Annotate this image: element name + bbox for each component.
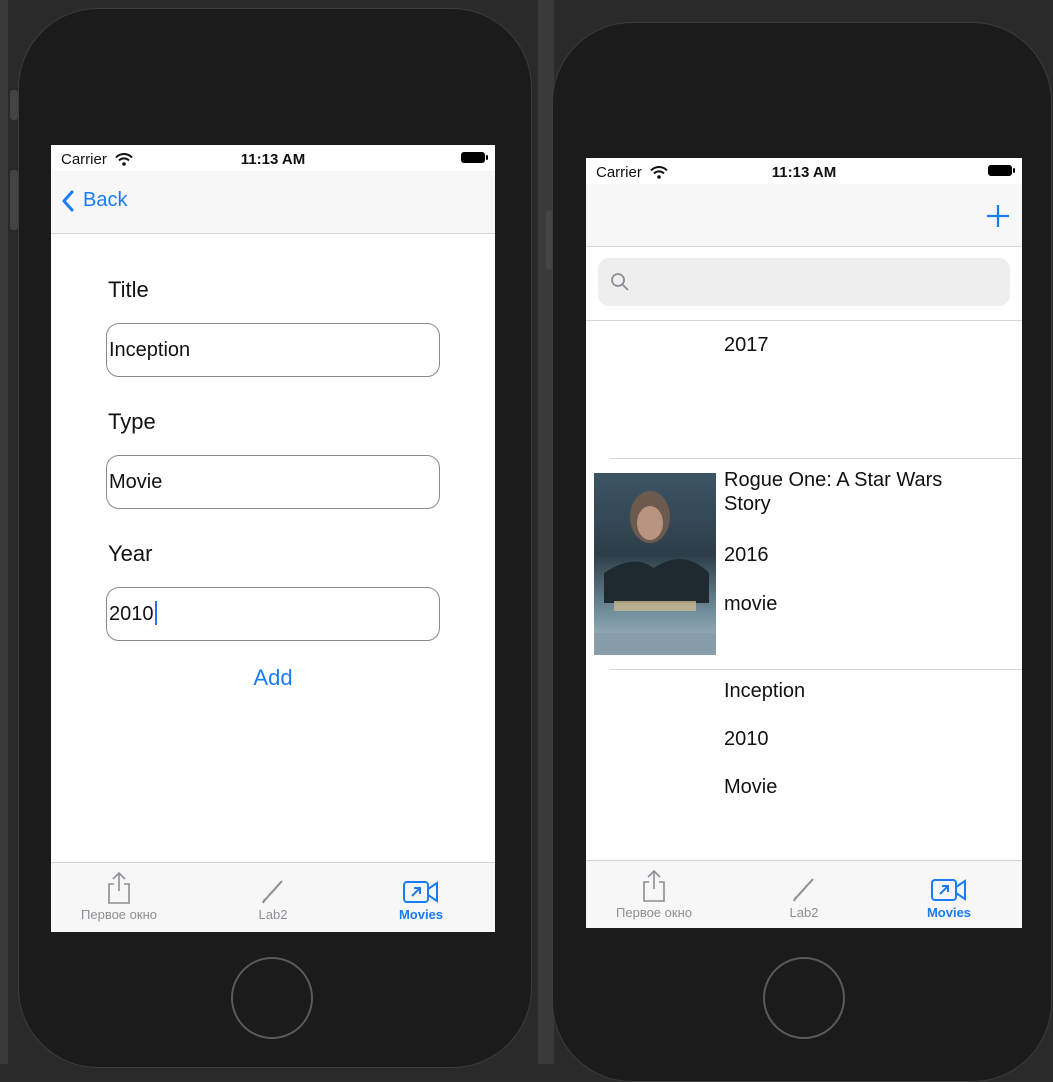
home-button[interactable] <box>763 957 845 1039</box>
tab-label: Lab2 <box>258 907 288 922</box>
simulator-edge-left <box>0 0 8 1064</box>
tab-movies[interactable]: Movies <box>889 869 1009 920</box>
row-separator <box>610 458 1022 459</box>
status-bar: Carrier 11:13 AM <box>51 145 495 171</box>
navigation-bar <box>586 184 1022 247</box>
plus-icon[interactable] <box>986 204 1010 228</box>
battery-icon <box>988 165 1015 176</box>
movie-type: movie <box>724 593 778 615</box>
navigation-bar: Back <box>51 171 495 234</box>
tab-bar: Первое окно Lab2 Movies <box>51 862 495 932</box>
chevron-left-icon <box>62 190 74 211</box>
right-volume-button <box>546 210 552 270</box>
status-bar: Carrier 11:13 AM <box>586 158 1022 184</box>
movie-title: Inception <box>724 680 806 702</box>
left-volume-button <box>10 170 18 230</box>
video-camera-icon <box>403 881 438 903</box>
tab-label: Первое окно <box>81 907 157 922</box>
back-button[interactable]: Back <box>61 189 127 212</box>
movie-type: Movie <box>724 776 778 798</box>
video-camera-icon <box>931 879 966 901</box>
movie-year: 2010 <box>724 728 769 750</box>
type-label: Type <box>108 409 156 434</box>
year-input-value: 2010 <box>109 603 154 625</box>
home-button[interactable] <box>231 957 313 1039</box>
status-time: 11:13 AM <box>240 151 306 168</box>
type-input[interactable]: Movie <box>106 455 440 509</box>
search-separator <box>586 320 1022 321</box>
type-input-value: Movie <box>109 471 163 493</box>
search-bar[interactable] <box>598 258 1010 306</box>
tab-bar: Первое окно Lab2 Movies <box>586 860 1022 928</box>
tab-label: Первое окно <box>616 905 692 920</box>
tab-label: Movies <box>398 907 444 922</box>
left-side-button <box>10 90 18 120</box>
row-separator <box>610 669 1022 670</box>
battery-icon <box>461 152 488 163</box>
tab-label: Lab2 <box>789 905 819 920</box>
year-input[interactable]: 2010 <box>106 587 440 641</box>
tab-lab2[interactable]: Lab2 <box>744 869 864 920</box>
search-icon <box>611 273 629 291</box>
movie-title: Rogue One: A Star Wars Story <box>724 469 943 515</box>
status-time: 11:13 AM <box>771 164 837 181</box>
poster-image <box>594 473 716 655</box>
movie-year: 2017 <box>724 334 769 356</box>
pencil-icon <box>793 878 814 902</box>
right-screen: Carrier 11:13 AM 2017 Rogue One: A Star … <box>586 158 1022 928</box>
title-input[interactable]: Inception <box>106 323 440 377</box>
back-label: Back <box>83 189 128 211</box>
year-label: Year <box>108 541 153 566</box>
share-icon <box>643 869 665 902</box>
tab-lab2[interactable]: Lab2 <box>213 871 333 922</box>
tab-label: Movies <box>926 905 972 920</box>
movie-year: 2016 <box>724 544 769 566</box>
share-icon <box>108 871 130 904</box>
pencil-icon <box>262 880 283 904</box>
text-caret <box>154 601 157 625</box>
title-input-value: Inception <box>109 339 191 361</box>
title-label: Title <box>108 277 149 302</box>
add-button[interactable]: Add <box>51 665 495 691</box>
tab-first-window[interactable]: Первое окно <box>59 871 179 922</box>
left-screen: Carrier 11:13 AM Back Title Inception Ty… <box>51 145 495 932</box>
tab-movies[interactable]: Movies <box>361 871 481 922</box>
tab-first-window[interactable]: Первое окно <box>594 869 714 920</box>
